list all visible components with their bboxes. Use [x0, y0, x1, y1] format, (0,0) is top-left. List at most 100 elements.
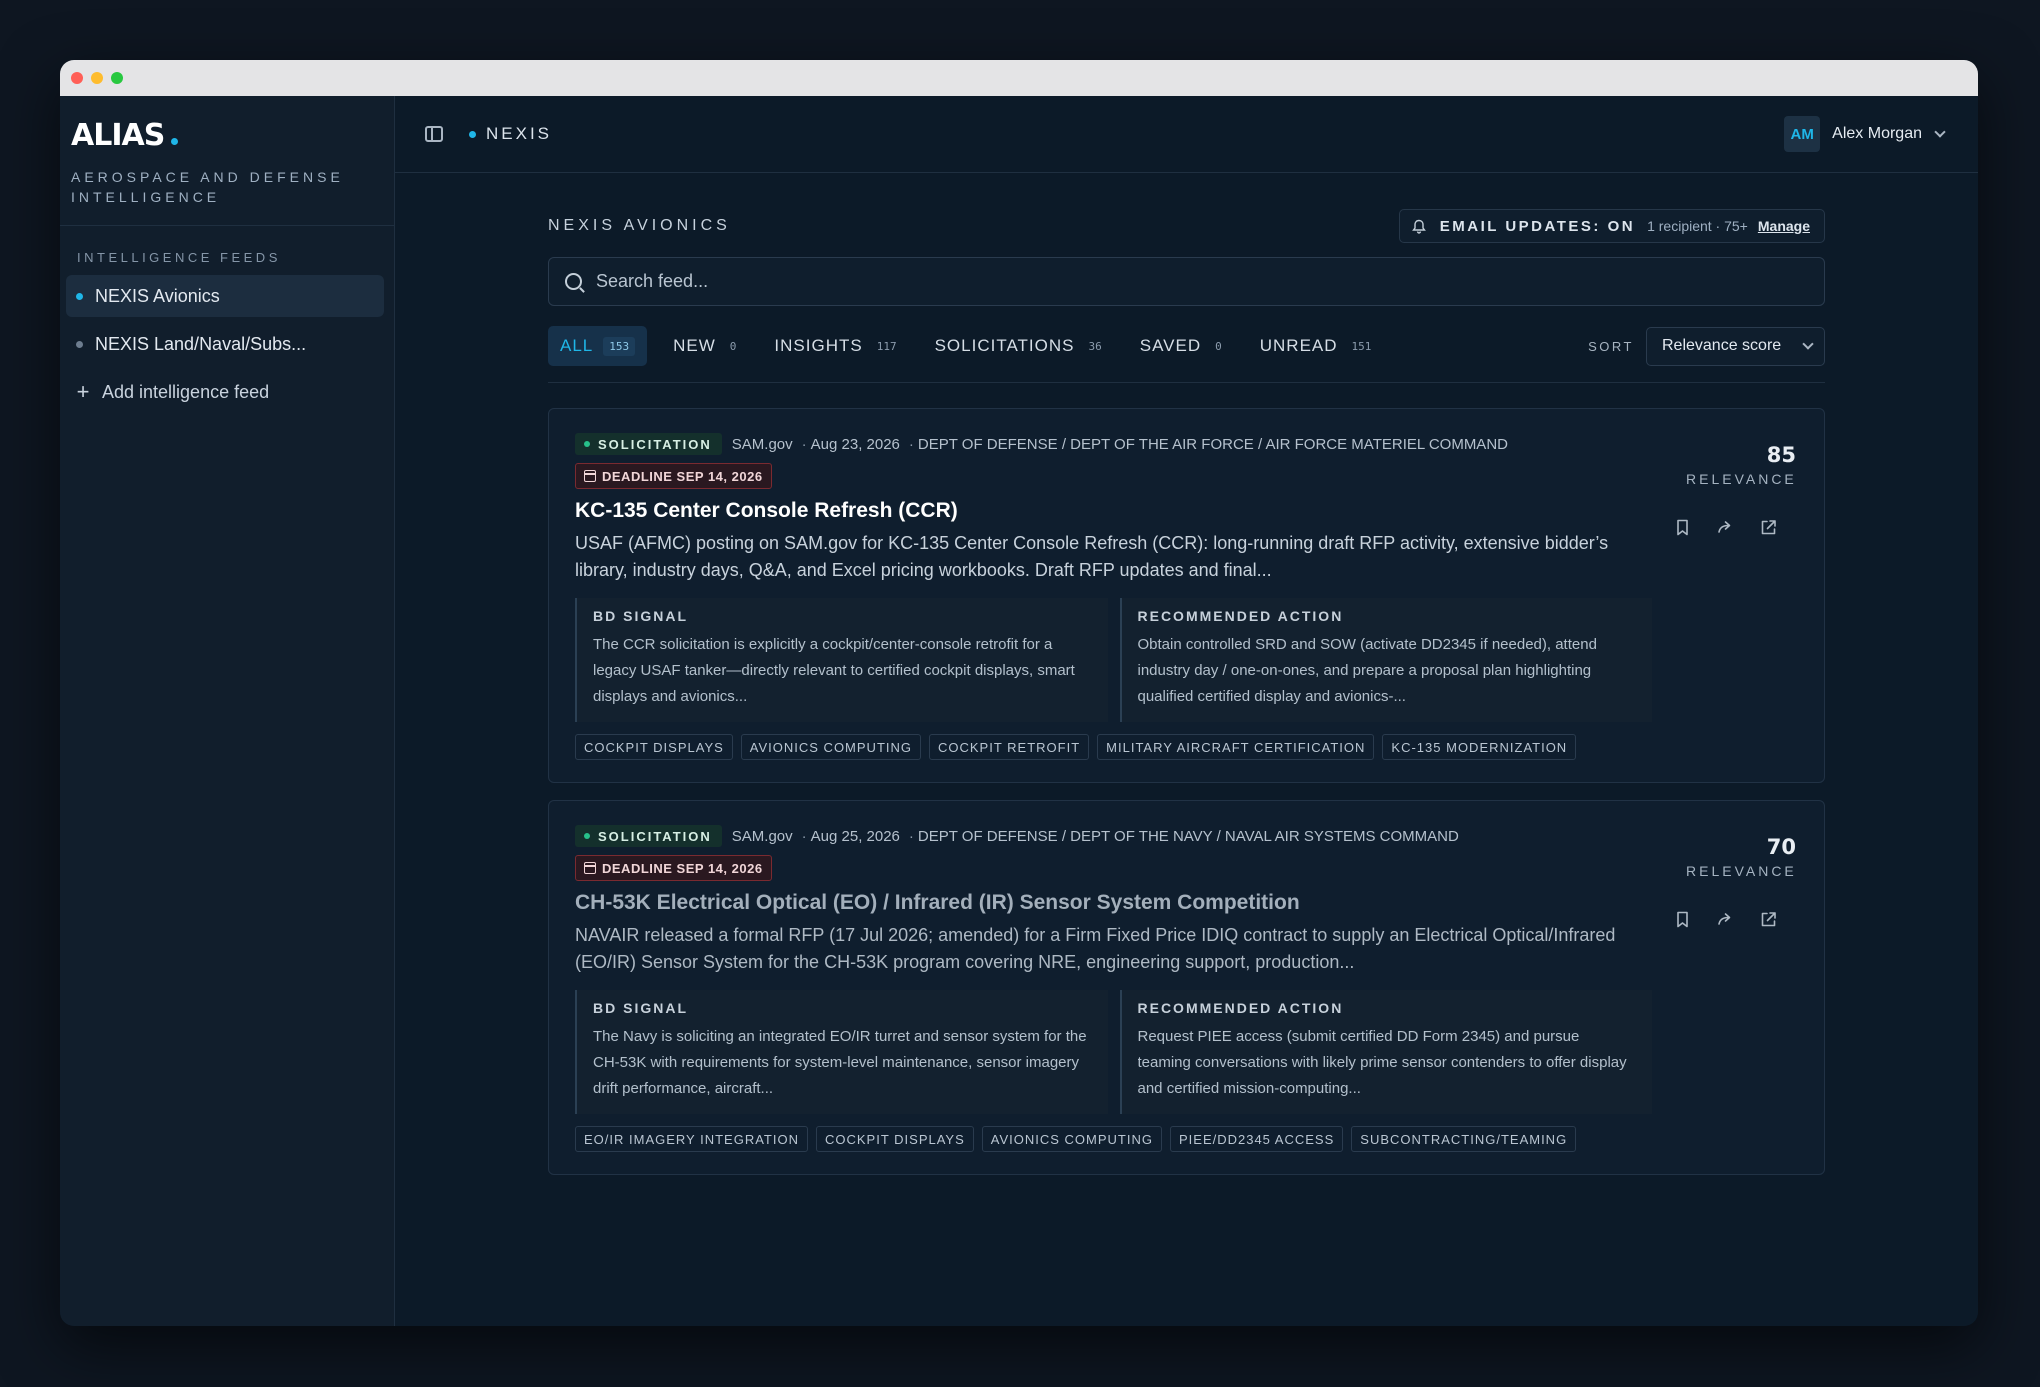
sort-select[interactable]: Relevance score — [1646, 326, 1825, 366]
type-label: SOLICITATION — [598, 436, 712, 452]
tab-label: ALL — [560, 336, 594, 355]
agency-path: DEPT OF DEFENSE / DEPT OF THE AIR FORCE … — [917, 435, 1508, 453]
brand-subtitle: AEROSPACE AND DEFENSE INTELLIGENCE — [71, 169, 344, 205]
brand-logo[interactable]: ALIAS — [71, 118, 382, 153]
tag[interactable]: KC-135 MODERNIZATION — [1382, 734, 1577, 760]
tag-list: COCKPIT DISPLAYS AVIONICS COMPUTING COCK… — [575, 734, 1652, 760]
tag[interactable]: MILITARY AIRCRAFT CERTIFICATION — [1097, 734, 1375, 760]
divider — [548, 382, 1825, 383]
tab-new[interactable]: NEW 0 — [661, 326, 748, 366]
date: Aug 25, 2026 — [810, 827, 900, 845]
calendar-icon — [584, 862, 596, 874]
minimize-window-button[interactable] — [91, 72, 103, 84]
add-feed-button[interactable]: + Add intelligence feed — [66, 371, 384, 413]
type-dot-icon — [584, 833, 590, 839]
feed-card[interactable]: SOLICITATION SAM.gov · Aug 25, 2026 · DEPT O… — [548, 800, 1825, 1175]
filter-tabs: ALL 153 NEW 0 INSIGHTS 117 SOLICITATIONS… — [548, 326, 1397, 366]
source: SAM.gov — [731, 435, 793, 453]
type-dot-icon — [584, 441, 590, 447]
deadline-badge: DEADLINE SEP 14, 2026 — [575, 855, 772, 881]
bookmark-icon[interactable] — [1673, 910, 1692, 929]
type-badge: SOLICITATION — [575, 433, 722, 455]
deadline-label: DEADLINE SEP 14, 2026 — [602, 860, 763, 876]
tab-label: UNREAD — [1259, 336, 1338, 355]
tab-all[interactable]: ALL 153 — [548, 326, 648, 366]
tab-count: 0 — [1215, 339, 1222, 353]
tag[interactable]: AVIONICS COMPUTING — [740, 734, 921, 760]
breadcrumb[interactable]: NEXIS — [486, 124, 552, 144]
tab-saved[interactable]: SAVED 0 — [1128, 326, 1234, 366]
recommended-action-text: Request PIEE access (submit certified DD… — [1137, 1028, 1627, 1097]
tag[interactable]: AVIONICS COMPUTING — [981, 1126, 1162, 1152]
source: SAM.gov — [731, 827, 793, 845]
search-input[interactable] — [596, 271, 1824, 292]
external-link-icon[interactable] — [1759, 910, 1778, 929]
card-title[interactable]: KC-135 Center Console Refresh (CCR) — [575, 498, 1652, 524]
window-titlebar — [60, 60, 1978, 96]
bd-signal-text: The CCR solicitation is explicitly a coc… — [593, 636, 1075, 705]
feed-card[interactable]: SOLICITATION SAM.gov · Aug 23, 2026 · DEPT O… — [548, 408, 1825, 783]
sort-control: SORT Relevance score — [1588, 326, 1825, 366]
recommended-action-text: Obtain controlled SRD and SOW (activate … — [1137, 636, 1597, 705]
search-bar — [548, 257, 1825, 306]
brand: ALIAS AEROSPACE AND DEFENSE INTELLIGENCE — [60, 96, 394, 226]
brand-name: ALIAS — [71, 118, 165, 153]
recommended-action-panel: RECOMMENDED ACTION Request PIEE access (… — [1119, 990, 1652, 1114]
card-title[interactable]: CH-53K Electrical Optical (EO) / Infrare… — [575, 890, 1652, 916]
search-icon — [565, 273, 582, 290]
date: Aug 23, 2026 — [810, 435, 900, 453]
share-icon[interactable] — [1716, 518, 1735, 537]
plus-icon: + — [76, 379, 90, 404]
tab-label: SAVED — [1139, 336, 1202, 355]
type-label: SOLICITATION — [598, 828, 712, 844]
tab-label: SOLICITATIONS — [934, 336, 1075, 355]
sidebar-item-nexis-land-naval[interactable]: NEXIS Land/Naval/Subs... — [66, 323, 384, 365]
tab-solicitations[interactable]: SOLICITATIONS 36 — [923, 326, 1114, 366]
sidebar: ALIAS AEROSPACE AND DEFENSE INTELLIGENCE… — [60, 96, 395, 1326]
sidebar-item-nexis-avionics[interactable]: NEXIS Avionics — [66, 275, 384, 317]
sidebar-toggle-icon[interactable] — [425, 126, 443, 142]
chevron-down-icon — [1934, 126, 1946, 138]
tag[interactable]: COCKPIT RETROFIT — [929, 734, 1090, 760]
deadline-label: DEADLINE SEP 14, 2026 — [602, 468, 763, 484]
tab-insights[interactable]: INSIGHTS 117 — [762, 326, 908, 366]
agency-path: DEPT OF DEFENSE / DEPT OF THE NAVY / NAV… — [917, 827, 1459, 845]
bookmark-icon[interactable] — [1673, 518, 1692, 537]
zoom-window-button[interactable] — [111, 72, 123, 84]
page-title: NEXIS AVIONICS — [548, 217, 731, 234]
email-updates-meta: 1 recipient · 75+ — [1647, 218, 1748, 234]
tab-count: 36 — [1088, 339, 1102, 353]
email-updates-panel: EMAIL UPDATES: ON 1 recipient · 75+ Mana… — [1398, 209, 1825, 243]
manage-link[interactable]: Manage — [1758, 218, 1810, 234]
sidebar-item-label: NEXIS Land/Naval/Subs... — [95, 333, 307, 354]
brand-dot-icon — [171, 138, 179, 145]
relevance-score: 85 RELEVANCE — [1686, 443, 1796, 487]
dot-icon — [76, 340, 83, 348]
tab-unread[interactable]: UNREAD 151 — [1248, 326, 1384, 366]
external-link-icon[interactable] — [1759, 518, 1778, 537]
bd-signal-panel: BD SIGNAL The CCR solicitation is explic… — [575, 598, 1108, 722]
user-menu[interactable]: AM Alex Morgan — [1784, 116, 1946, 152]
type-badge: SOLICITATION — [575, 825, 722, 847]
status-dot-icon — [469, 130, 476, 138]
bell-icon — [1411, 219, 1426, 234]
score-label: RELEVANCE — [1686, 471, 1797, 487]
tag[interactable]: EO/IR IMAGERY INTEGRATION — [575, 1126, 808, 1152]
app-window: ALIAS AEROSPACE AND DEFENSE INTELLIGENCE… — [60, 60, 1978, 1326]
card-actions — [1673, 518, 1778, 537]
bd-signal-label: BD SIGNAL — [593, 1000, 688, 1016]
tab-count: 153 — [603, 336, 636, 356]
avatar: AM — [1784, 116, 1821, 152]
tag[interactable]: SUBCONTRACTING/TEAMING — [1351, 1126, 1577, 1152]
deadline-badge: DEADLINE SEP 14, 2026 — [575, 463, 772, 489]
tab-count: 0 — [729, 339, 737, 353]
tag[interactable]: PIEE/DD2345 ACCESS — [1169, 1126, 1344, 1152]
recommended-action-panel: RECOMMENDED ACTION Obtain controlled SRD… — [1119, 598, 1652, 722]
tag[interactable]: COCKPIT DISPLAYS — [575, 734, 733, 760]
user-name: Alex Morgan — [1832, 125, 1922, 142]
sort-value: Relevance score — [1662, 337, 1782, 354]
share-icon[interactable] — [1716, 910, 1735, 929]
score-value: 70 — [1766, 835, 1796, 859]
tag[interactable]: COCKPIT DISPLAYS — [815, 1126, 974, 1152]
close-window-button[interactable] — [71, 72, 83, 84]
